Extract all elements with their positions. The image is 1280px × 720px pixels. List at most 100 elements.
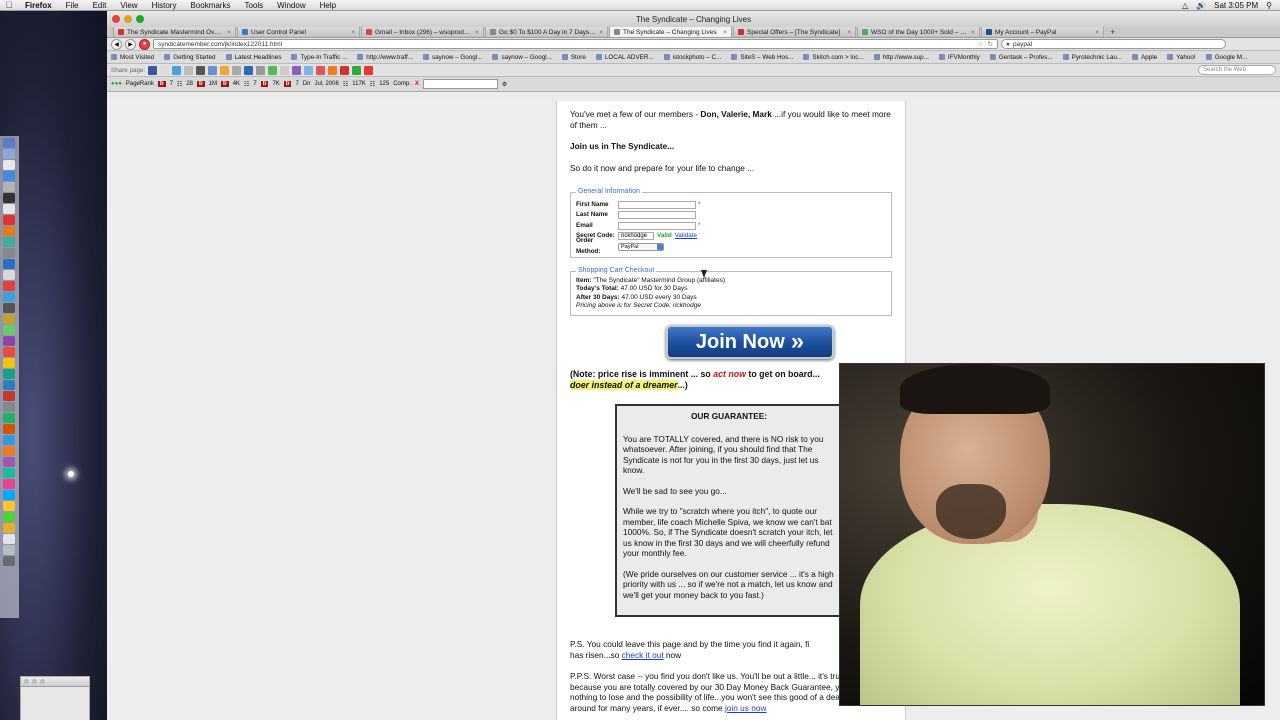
spotlight-icon[interactable]: ⚲ xyxy=(1266,1,1272,10)
share-icon[interactable] xyxy=(328,65,338,75)
app-dock-icon[interactable] xyxy=(3,358,15,368)
app-dock-icon[interactable] xyxy=(3,325,15,335)
twitter-icon[interactable] xyxy=(172,65,182,75)
app-dock-icon[interactable] xyxy=(3,314,15,324)
search-engine-icon[interactable]: ● xyxy=(1006,41,1010,48)
bookmark-item[interactable]: Apple xyxy=(1132,54,1157,61)
bookmark-item[interactable]: http://www.sup... xyxy=(873,54,929,61)
app-dock-icon[interactable] xyxy=(3,347,15,357)
app-dock-icon[interactable] xyxy=(3,303,15,313)
app-dock-icon[interactable] xyxy=(3,281,15,291)
back-button[interactable]: ◀ xyxy=(111,38,122,50)
app-dock-icon[interactable] xyxy=(3,424,15,434)
app-dock-icon[interactable] xyxy=(3,435,15,445)
bookmark-item[interactable]: http://www.traff... xyxy=(357,54,413,61)
close-window-icon[interactable] xyxy=(112,15,120,23)
join-now-button[interactable]: Join Now » xyxy=(666,325,834,360)
menu-edit[interactable]: Edit xyxy=(86,1,114,10)
reload-icon[interactable]: ↻ xyxy=(988,40,993,48)
share-icon[interactable] xyxy=(160,65,170,75)
close-tab-icon[interactable]: × xyxy=(1095,29,1099,36)
documents-dock-icon[interactable] xyxy=(3,534,15,544)
app-dock-icon[interactable] xyxy=(3,380,15,390)
validate-link[interactable]: Validate xyxy=(675,231,697,242)
seo-metric-icon[interactable]: ☷ xyxy=(343,81,348,88)
close-tab-icon[interactable]: × xyxy=(847,29,851,36)
share-icon[interactable] xyxy=(364,65,374,75)
tab-user-control-panel[interactable]: User Control Panel × xyxy=(237,26,360,37)
menu-history[interactable]: History xyxy=(145,1,184,10)
tab-gmail[interactable]: Gmail – Inbox (296) – wsoprod... × xyxy=(361,26,484,37)
app-dock-icon[interactable] xyxy=(3,479,15,489)
share-icon[interactable] xyxy=(268,65,278,75)
app-dock-icon[interactable] xyxy=(3,259,15,269)
seo-search-input[interactable] xyxy=(422,79,498,89)
share-icon[interactable] xyxy=(196,65,206,75)
bookmark-item[interactable]: Store xyxy=(561,54,586,61)
backlinks-icon[interactable]: b xyxy=(157,81,166,87)
menu-bookmarks[interactable]: Bookmarks xyxy=(183,1,237,10)
app-dock-icon[interactable] xyxy=(3,402,15,412)
app-dock-icon[interactable] xyxy=(3,193,15,203)
order-method-select[interactable]: PayPal xyxy=(618,242,664,251)
menu-app-name[interactable]: Firefox xyxy=(18,1,59,10)
tab-syndicate-changing-lives[interactable]: The Syndicate – Changing Lives × xyxy=(609,26,732,37)
app-dock-icon[interactable] xyxy=(3,501,15,511)
gmail-share-icon[interactable] xyxy=(340,65,350,75)
new-tab-button[interactable]: + xyxy=(1105,27,1120,37)
seo-metric-icon[interactable]: b xyxy=(197,81,205,87)
downloads-dock-icon[interactable] xyxy=(3,545,15,555)
first-name-field[interactable] xyxy=(618,200,696,209)
close-tab-icon[interactable]: × xyxy=(971,29,975,36)
minimize-window-icon[interactable] xyxy=(124,15,132,23)
share-icon[interactable] xyxy=(316,65,326,75)
menu-tools[interactable]: Tools xyxy=(237,1,270,10)
share-icon[interactable] xyxy=(304,65,314,75)
menu-help[interactable]: Help xyxy=(313,1,343,10)
trash-dock-icon[interactable] xyxy=(3,556,15,566)
bookmark-item[interactable]: SiteS – Web Hos... xyxy=(731,54,793,61)
close-tab-icon[interactable]: × xyxy=(351,29,355,36)
seo-metric-icon[interactable]: ☷ xyxy=(370,81,375,88)
close-tab-icon[interactable]: × xyxy=(475,29,479,36)
bookmark-item[interactable]: Pyrotechnic Lau... xyxy=(1062,54,1122,61)
app-dock-icon[interactable] xyxy=(3,468,15,478)
bookmark-item[interactable]: LOCAL ADVER... xyxy=(595,54,654,61)
app-dock-icon[interactable] xyxy=(3,457,15,467)
app-dock-icon[interactable] xyxy=(3,237,15,247)
menu-view[interactable]: View xyxy=(113,1,144,10)
share-icon[interactable] xyxy=(220,65,230,75)
app-dock-icon[interactable] xyxy=(3,391,15,401)
xhtml-icon[interactable]: X xyxy=(415,81,419,87)
tab-go-0-to-100[interactable]: Go $0 To $100 A Day in 7 Days!... × xyxy=(485,26,608,37)
apple-menu-icon[interactable]:  xyxy=(0,0,18,10)
volume-icon[interactable]: 🔊 xyxy=(1196,1,1206,10)
seo-metric-icon[interactable]: ☷ xyxy=(244,81,249,88)
email-field[interactable] xyxy=(618,221,696,230)
domain-age[interactable]: Jul, 2006 xyxy=(314,81,338,87)
forward-button[interactable]: ▶ xyxy=(125,38,136,50)
app-dock-icon[interactable] xyxy=(3,336,15,346)
last-name-field[interactable] xyxy=(618,211,696,220)
bookmark-item[interactable]: Yahoo! xyxy=(1167,54,1196,61)
seo-tools-icon[interactable]: ⚙ xyxy=(502,81,507,88)
bookmark-item[interactable]: IFVMonthly xyxy=(938,54,980,61)
share-icon[interactable] xyxy=(184,65,194,75)
share-icon[interactable] xyxy=(208,65,218,75)
app-dock-icon[interactable] xyxy=(3,215,15,225)
bookmark-item[interactable]: Latest Headlines xyxy=(225,54,281,61)
facebook-icon[interactable] xyxy=(148,65,158,75)
site-identity-icon[interactable]: ● xyxy=(139,38,150,50)
app-dock-icon[interactable] xyxy=(3,160,15,170)
secret-code-field[interactable] xyxy=(618,232,654,241)
compare-label[interactable]: Comp. xyxy=(393,81,411,87)
bookmark-item[interactable]: istockphoto – C... xyxy=(663,54,721,61)
seo-metric-icon[interactable]: b xyxy=(283,81,292,87)
mail-dock-icon[interactable] xyxy=(3,149,15,159)
search-the-web-input[interactable]: Search the Web xyxy=(1198,65,1276,75)
share-icon[interactable] xyxy=(292,65,302,75)
tab-syndicate-overview[interactable]: The Syndicate Mastermind Over... × xyxy=(113,26,236,37)
seo-metric-icon[interactable]: b xyxy=(260,81,269,87)
check-it-out-link[interactable]: check it out xyxy=(622,650,664,660)
app-dock-icon[interactable] xyxy=(3,182,15,192)
